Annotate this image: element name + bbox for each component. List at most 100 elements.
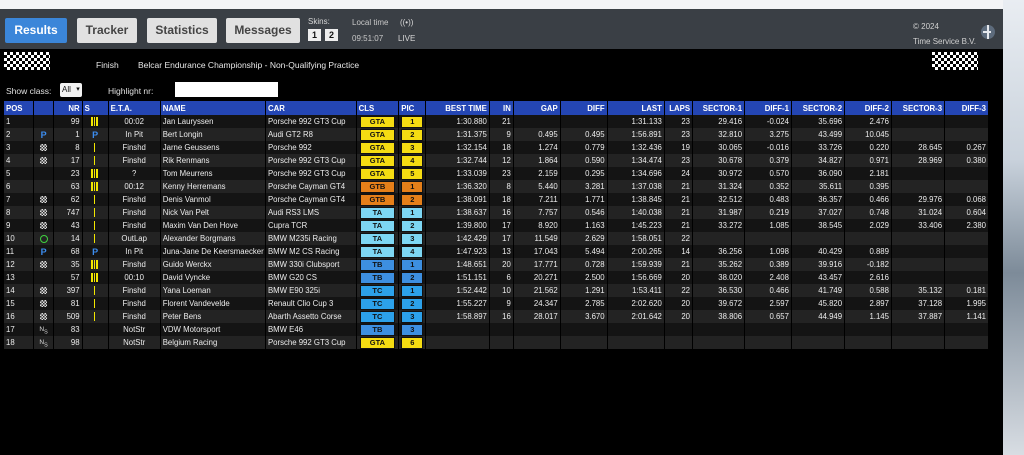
d3-cell (944, 167, 989, 180)
table-row[interactable]: 9 43 Finshd Maxim Van Den Hove Cupra TCR TA 2 1… (4, 219, 989, 232)
table-row[interactable]: 7 62 Finshd Denis Vanmol Porsche Cayman GT4 G… (4, 193, 989, 206)
s1-cell (692, 336, 746, 349)
skin-1-button[interactable]: 1 (308, 29, 321, 41)
column-header[interactable]: POS (4, 101, 34, 115)
nr-cell: 509 (53, 310, 83, 323)
s3-cell: 28.645 (891, 141, 946, 154)
show-class-select[interactable]: All ▾ (60, 83, 82, 97)
d1-cell: 3.275 (744, 128, 792, 141)
highlight-input[interactable] (175, 82, 278, 97)
pic-badge: 2 (401, 297, 424, 310)
sector-state-cell (82, 154, 109, 167)
table-row[interactable]: 15 81 Finshd Florent Vandevelde Renault Clio… (4, 297, 989, 310)
column-header[interactable]: DIFF-1 (744, 101, 792, 115)
column-header[interactable]: DIFF (560, 101, 608, 115)
table-row[interactable]: 12 35 Finshd Guido Werckx BMW 330i Clubsport… (4, 258, 989, 271)
column-header[interactable]: BEST TIME (425, 101, 490, 115)
table-row[interactable]: 14 397 Finshd Yana Loeman BMW E90 325i TC 1 1:5… (4, 284, 989, 297)
column-header[interactable]: NR (53, 101, 83, 115)
best-cell: 1:42.429 (425, 232, 490, 245)
s2-cell (791, 323, 846, 336)
nr-cell: 63 (53, 180, 83, 193)
tab-statistics[interactable]: Statistics (147, 18, 217, 43)
eta-cell: Finshd (108, 141, 161, 154)
column-header[interactable]: S (82, 101, 109, 115)
position-in-class-cell: 1 (398, 258, 427, 271)
gap-cell: 21.562 (513, 284, 561, 297)
class-cell: GTA (356, 128, 400, 141)
eta-cell: In Pit (108, 128, 161, 141)
table-row[interactable]: 5 23? Tom Meurrens Porsche 992 GT3 Cup GTA 5 1… (4, 167, 989, 180)
table-row[interactable]: 1 99 00:02 Jan Lauryssen Porsche 992 GT3 Cup… (4, 115, 989, 128)
column-header[interactable]: SECTOR-2 (791, 101, 846, 115)
best-cell: 1:55.227 (425, 297, 490, 310)
column-header[interactable]: SECTOR-3 (891, 101, 946, 115)
table-row[interactable]: 6 63 00:12 Kenny Herremans Porsche Cayman GT… (4, 180, 989, 193)
column-header[interactable]: DIFF-3 (944, 101, 989, 115)
tab-messages[interactable]: Messages (226, 18, 300, 43)
tab-results[interactable]: Results (5, 18, 67, 43)
column-header[interactable]: IN (489, 101, 514, 115)
column-header[interactable]: DIFF-2 (844, 101, 892, 115)
checkered-flag-icon (40, 261, 48, 269)
gap-cell (513, 323, 561, 336)
class-cell: TC (356, 284, 400, 297)
in-cell: 17 (489, 219, 514, 232)
d3-cell: 0.267 (944, 141, 989, 154)
skin-2-button[interactable]: 2 (325, 29, 338, 41)
header-bar: Results Tracker Statistics Messages Skin… (0, 9, 1003, 49)
last-cell: 1:45.223 (607, 219, 665, 232)
d1-cell: 0.483 (744, 193, 792, 206)
d1-cell: -0.016 (744, 141, 792, 154)
table-row[interactable]: 13 57 00:10 David Vyncke BMW G20 CS TB 2 1:51.1… (4, 271, 989, 284)
diff-cell: 0.495 (560, 128, 608, 141)
class-cell: GTA (356, 167, 400, 180)
pic-badge: 3 (401, 232, 424, 245)
column-header[interactable]: GAP (513, 101, 561, 115)
s1-cell: 36.256 (692, 245, 746, 258)
pic-badge: 2 (401, 128, 424, 141)
pic-badge: 1 (401, 258, 424, 271)
class-badge: TC (359, 310, 395, 323)
d2-cell: 2.029 (844, 219, 892, 232)
column-header[interactable]: PIC (398, 101, 427, 115)
class-badge: GTB (359, 193, 395, 206)
table-row[interactable]: 2 P 1 P In Pit Bert Longin Audi GT2 R8 GTA 2 1:31… (4, 128, 989, 141)
sector-bar-icon (96, 117, 98, 127)
not-started-icon: NS (39, 338, 48, 349)
pit-icon: P (40, 129, 47, 140)
position-in-class-cell: 4 (398, 154, 427, 167)
table-row[interactable]: 4 17 Finshd Rik Renmans Porsche 992 GT3 Cup G… (4, 154, 989, 167)
pic-badge: 2 (401, 193, 424, 206)
tab-tracker[interactable]: Tracker (77, 18, 137, 43)
session-bar: Finish Belcar Endurance Championship - N… (0, 49, 1003, 81)
results-table: POS NR S E.T.A. NAME CAR CLS PIC BEST TIME IN GAP D… (4, 101, 989, 349)
in-cell (489, 336, 514, 349)
table-row[interactable]: 8 747 Finshd Nick Van Pelt Audi RS3 LMS TA 1 1:… (4, 206, 989, 219)
d2-cell: 0.971 (844, 154, 892, 167)
column-header[interactable]: SECTOR-1 (692, 101, 746, 115)
table-row[interactable]: 11 P 68 P In Pit Juna-Jane De Keersmaecker BMW… (4, 245, 989, 258)
checkered-flag-icon (40, 313, 48, 321)
column-header[interactable]: E.T.A. (108, 101, 161, 115)
column-header[interactable]: LAPS (664, 101, 694, 115)
column-header[interactable]: CLS (356, 101, 400, 115)
best-cell: 1:30.880 (425, 115, 490, 128)
status-icon-cell (33, 154, 55, 167)
table-row[interactable]: 10 14 OutLap Alexander Borgmans BMW M235i Ra… (4, 232, 989, 245)
not-started-icon: NS (39, 325, 48, 336)
table-row[interactable]: 3 8 Finshd Jarne Geussens Porsche 992 GTA 3 1:3… (4, 141, 989, 154)
table-row[interactable]: 18 NS 98 NotStr Belgium Racing Porsche 992 GT… (4, 336, 989, 349)
table-row[interactable]: 17 NS 83 NotStr VDW Motorsport BMW E46 TB 3 (4, 323, 989, 336)
column-header[interactable]: CAR (265, 101, 357, 115)
column-header[interactable]: NAME (160, 101, 266, 115)
column-header[interactable]: LAST (607, 101, 665, 115)
column-header[interactable] (33, 101, 55, 115)
table-row[interactable]: 16 509 Finshd Peter Bens Abarth Assetto Cors… (4, 310, 989, 323)
eta-cell: Finshd (108, 219, 161, 232)
eta-cell: Finshd (108, 310, 161, 323)
name-cell: Denis Vanmol (160, 193, 266, 206)
name-cell: Guido Werckx (160, 258, 266, 271)
sector-bar-icon (91, 182, 93, 192)
class-cell: GTA (356, 141, 400, 154)
